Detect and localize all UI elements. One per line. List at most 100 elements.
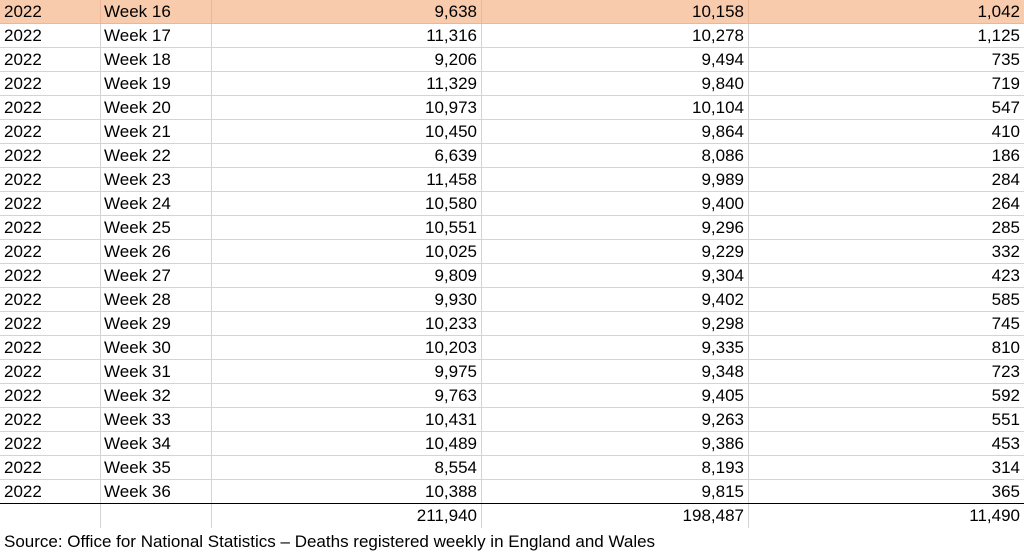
col-a-cell[interactable]: 10,489 (212, 432, 482, 455)
table-row[interactable]: 2022 Week 24 10,580 9,400 264 (0, 192, 1024, 216)
col-c-cell[interactable]: 314 (749, 456, 1024, 479)
col-a-cell[interactable]: 6,639 (212, 144, 482, 167)
col-a-cell[interactable]: 10,388 (212, 480, 482, 503)
col-a-cell[interactable]: 9,206 (212, 48, 482, 71)
year-cell[interactable]: 2022 (0, 288, 101, 311)
col-c-cell[interactable]: 423 (749, 264, 1024, 287)
table-row[interactable]: 2022 Week 26 10,025 9,229 332 (0, 240, 1024, 264)
year-cell[interactable]: 2022 (0, 120, 101, 143)
col-a-cell[interactable]: 10,431 (212, 408, 482, 431)
year-cell[interactable]: 2022 (0, 240, 101, 263)
week-cell[interactable]: Week 21 (101, 120, 212, 143)
table-row[interactable]: 2022 Week 22 6,639 8,086 186 (0, 144, 1024, 168)
table-row[interactable]: 2022 Week 29 10,233 9,298 745 (0, 312, 1024, 336)
col-b-cell[interactable]: 9,229 (482, 240, 749, 263)
col-a-cell[interactable]: 11,458 (212, 168, 482, 191)
table-row[interactable]: 2022 Week 28 9,930 9,402 585 (0, 288, 1024, 312)
col-c-cell[interactable]: 745 (749, 312, 1024, 335)
table-row[interactable]: 2022 Week 33 10,431 9,263 551 (0, 408, 1024, 432)
col-b-cell[interactable]: 9,348 (482, 360, 749, 383)
col-b-cell[interactable]: 8,193 (482, 456, 749, 479)
week-cell[interactable]: Week 22 (101, 144, 212, 167)
col-b-cell[interactable]: 10,278 (482, 24, 749, 47)
col-c-cell[interactable]: 453 (749, 432, 1024, 455)
col-a-cell[interactable]: 9,930 (212, 288, 482, 311)
col-b-cell[interactable]: 9,296 (482, 216, 749, 239)
col-c-cell[interactable]: 1,125 (749, 24, 1024, 47)
col-a-cell[interactable]: 9,975 (212, 360, 482, 383)
year-cell[interactable]: 2022 (0, 408, 101, 431)
table-row[interactable]: 2022 Week 19 11,329 9,840 719 (0, 72, 1024, 96)
year-cell[interactable]: 2022 (0, 0, 101, 23)
col-a-cell[interactable]: 10,233 (212, 312, 482, 335)
col-c-cell[interactable]: 592 (749, 384, 1024, 407)
year-cell[interactable]: 2022 (0, 216, 101, 239)
year-cell[interactable]: 2022 (0, 48, 101, 71)
col-b-cell[interactable]: 8,086 (482, 144, 749, 167)
col-b-cell[interactable]: 9,405 (482, 384, 749, 407)
table-row[interactable]: 2022 Week 35 8,554 8,193 314 (0, 456, 1024, 480)
col-c-cell[interactable]: 285 (749, 216, 1024, 239)
week-cell[interactable]: Week 29 (101, 312, 212, 335)
week-cell[interactable]: Week 30 (101, 336, 212, 359)
col-a-cell[interactable]: 9,763 (212, 384, 482, 407)
col-c-cell[interactable]: 186 (749, 144, 1024, 167)
col-b-cell[interactable]: 9,400 (482, 192, 749, 215)
col-c-cell[interactable]: 723 (749, 360, 1024, 383)
col-a-cell[interactable]: 10,580 (212, 192, 482, 215)
totals-week-cell[interactable] (101, 504, 212, 528)
totals-year-cell[interactable] (0, 504, 101, 528)
week-cell[interactable]: Week 36 (101, 480, 212, 503)
year-cell[interactable]: 2022 (0, 144, 101, 167)
table-row[interactable]: 2022 Week 23 11,458 9,989 284 (0, 168, 1024, 192)
week-cell[interactable]: Week 24 (101, 192, 212, 215)
week-cell[interactable]: Week 25 (101, 216, 212, 239)
col-b-cell[interactable]: 10,104 (482, 96, 749, 119)
col-b-cell[interactable]: 9,335 (482, 336, 749, 359)
table-row[interactable]: 2022 Week 17 11,316 10,278 1,125 (0, 24, 1024, 48)
week-cell[interactable]: Week 16 (101, 0, 212, 23)
week-cell[interactable]: Week 18 (101, 48, 212, 71)
col-b-cell[interactable]: 9,989 (482, 168, 749, 191)
col-b-cell[interactable]: 9,298 (482, 312, 749, 335)
col-b-cell[interactable]: 9,386 (482, 432, 749, 455)
week-cell[interactable]: Week 28 (101, 288, 212, 311)
week-cell[interactable]: Week 31 (101, 360, 212, 383)
table-row[interactable]: 2022 Week 36 10,388 9,815 365 (0, 480, 1024, 504)
col-c-cell[interactable]: 284 (749, 168, 1024, 191)
year-cell[interactable]: 2022 (0, 360, 101, 383)
week-cell[interactable]: Week 17 (101, 24, 212, 47)
col-c-cell[interactable]: 264 (749, 192, 1024, 215)
year-cell[interactable]: 2022 (0, 192, 101, 215)
year-cell[interactable]: 2022 (0, 168, 101, 191)
year-cell[interactable]: 2022 (0, 312, 101, 335)
week-cell[interactable]: Week 32 (101, 384, 212, 407)
table-row[interactable]: 2022 Week 16 9,638 10,158 1,042 (0, 0, 1024, 24)
total-col-c-cell[interactable]: 11,490 (749, 504, 1024, 528)
table-row[interactable]: 2022 Week 27 9,809 9,304 423 (0, 264, 1024, 288)
week-cell[interactable]: Week 26 (101, 240, 212, 263)
year-cell[interactable]: 2022 (0, 432, 101, 455)
col-b-cell[interactable]: 9,402 (482, 288, 749, 311)
week-cell[interactable]: Week 20 (101, 96, 212, 119)
col-c-cell[interactable]: 332 (749, 240, 1024, 263)
table-row[interactable]: 2022 Week 30 10,203 9,335 810 (0, 336, 1024, 360)
table-row[interactable]: 2022 Week 21 10,450 9,864 410 (0, 120, 1024, 144)
col-c-cell[interactable]: 810 (749, 336, 1024, 359)
col-a-cell[interactable]: 9,638 (212, 0, 482, 23)
total-col-b-cell[interactable]: 198,487 (482, 504, 749, 528)
year-cell[interactable]: 2022 (0, 336, 101, 359)
table-row[interactable]: 2022 Week 31 9,975 9,348 723 (0, 360, 1024, 384)
col-b-cell[interactable]: 9,864 (482, 120, 749, 143)
source-note[interactable]: Source: Office for National Statistics –… (4, 530, 655, 554)
col-b-cell[interactable]: 9,304 (482, 264, 749, 287)
year-cell[interactable]: 2022 (0, 24, 101, 47)
total-col-a-cell[interactable]: 211,940 (212, 504, 482, 528)
week-cell[interactable]: Week 19 (101, 72, 212, 95)
year-cell[interactable]: 2022 (0, 72, 101, 95)
col-c-cell[interactable]: 719 (749, 72, 1024, 95)
col-a-cell[interactable]: 8,554 (212, 456, 482, 479)
col-b-cell[interactable]: 10,158 (482, 0, 749, 23)
year-cell[interactable]: 2022 (0, 384, 101, 407)
table-row[interactable]: 2022 Week 32 9,763 9,405 592 (0, 384, 1024, 408)
